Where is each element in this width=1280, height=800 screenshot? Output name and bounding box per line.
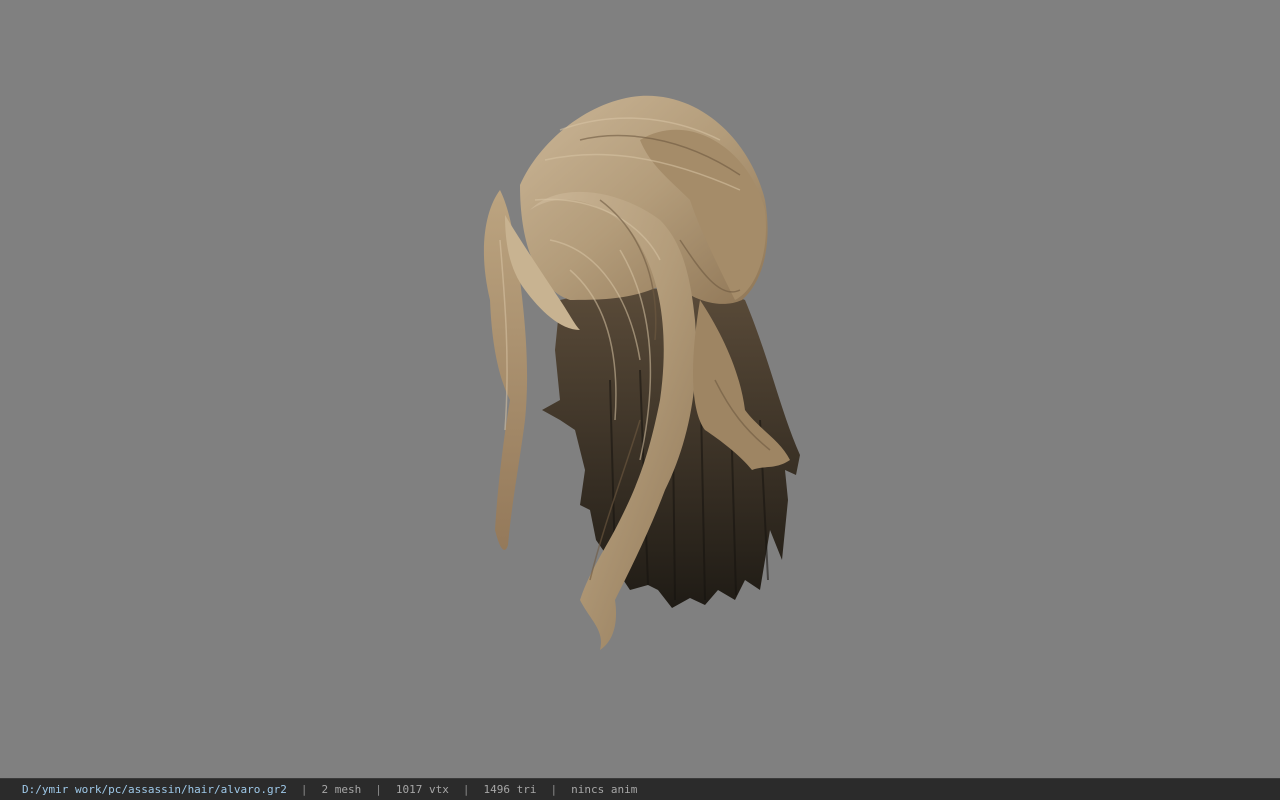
hair-model-render: [483, 95, 800, 651]
vertex-count: 1017 vtx: [395, 783, 449, 796]
animation-status: nincs anim: [571, 783, 638, 796]
separator: |: [550, 783, 558, 796]
status-bar: D:/ymir work/pc/assassin/hair/alvaro.gr2…: [0, 778, 1280, 800]
separator: |: [300, 783, 308, 796]
separator: |: [462, 783, 470, 796]
separator: |: [375, 783, 382, 796]
file-path: D:/ymir work/pc/assassin/hair/alvaro.gr2: [22, 783, 287, 796]
3d-viewport[interactable]: [0, 0, 1280, 778]
mesh-count: 2 mesh: [321, 783, 362, 796]
triangle-count: 1496 tri: [483, 783, 537, 796]
